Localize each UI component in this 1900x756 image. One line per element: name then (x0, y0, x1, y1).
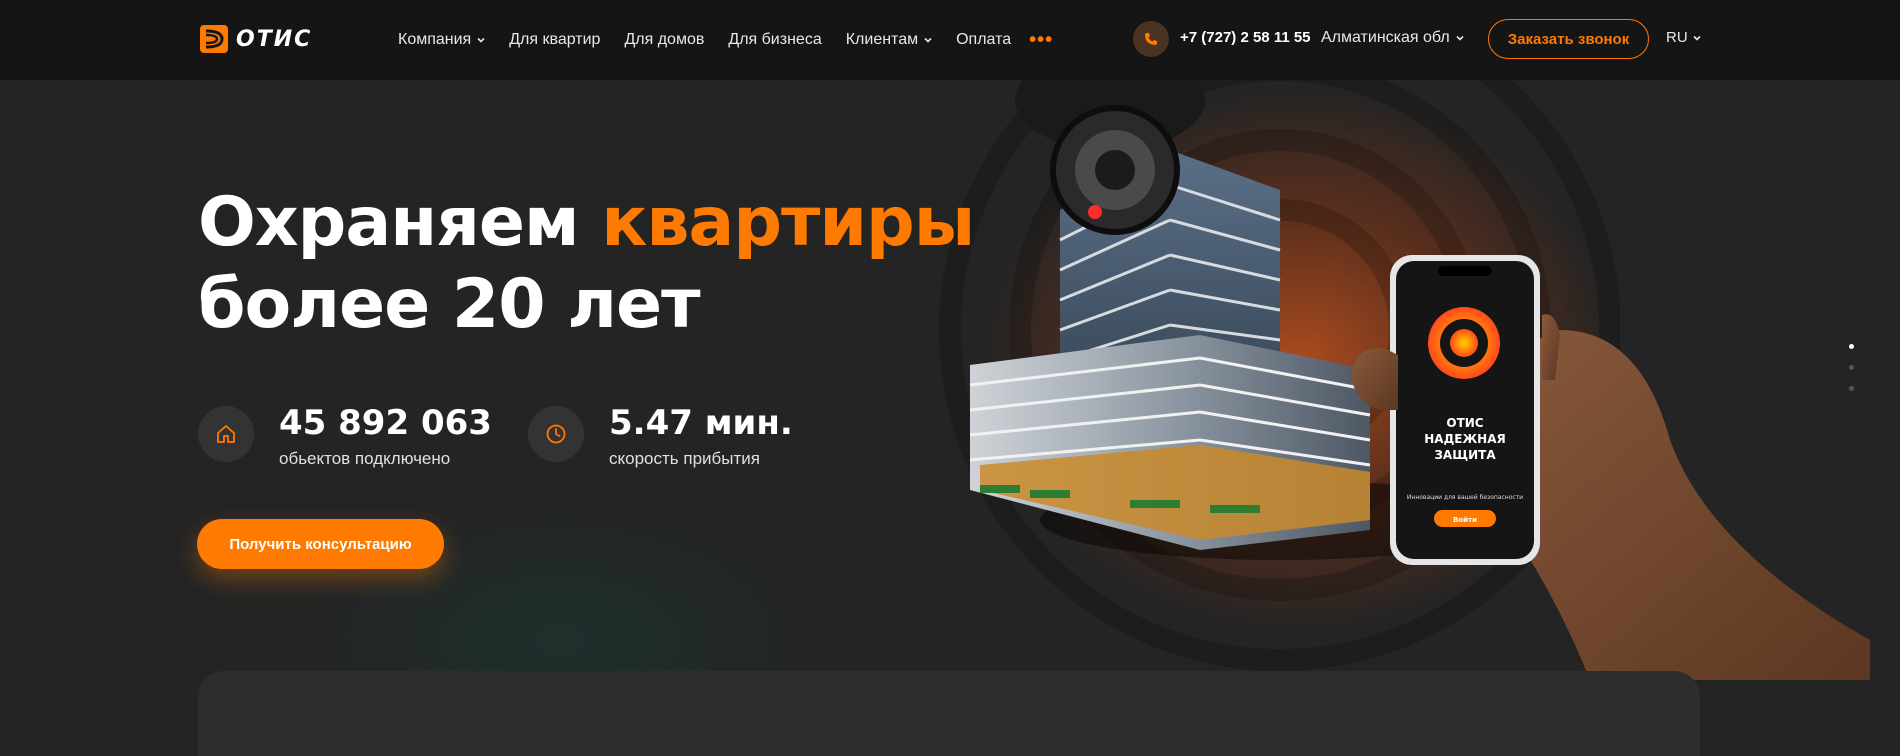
region-selector[interactable]: Алматинская обл (1321, 29, 1464, 47)
nav-item-houses[interactable]: Для домов (624, 31, 704, 49)
home-icon (198, 406, 254, 462)
chevron-down-icon (1693, 35, 1701, 41)
logo-text: ОТИС (236, 26, 313, 52)
site-header: ОТИС Компания Для квартир Для домов Для … (0, 0, 1900, 80)
phone-subtitle: Инновации для вашей безопасности (1407, 494, 1523, 501)
nav-item-clients[interactable]: Клиентам (846, 31, 932, 49)
nav-item-label: Для домов (624, 31, 705, 48)
phone-login-button: Войти (1453, 516, 1477, 524)
site-logo[interactable]: ОТИС (200, 24, 312, 54)
phone-number-link[interactable]: +7 (727) 2 58 11 55 (1180, 29, 1311, 46)
slider-pagination (1849, 344, 1854, 391)
hero-title-accent: квартиры (601, 183, 975, 262)
slider-dot-2[interactable] (1849, 365, 1854, 370)
nav-item-label: Компания (398, 31, 472, 48)
slider-dot-3[interactable] (1849, 386, 1854, 391)
stat-value: 5.47 мин. (609, 403, 793, 443)
hero-title-line2: более 20 лет (198, 265, 701, 344)
hero-title: Охраняем квартиры более 20 лет (198, 182, 975, 346)
phone-call-button[interactable] (1133, 21, 1169, 57)
language-label: RU (1666, 29, 1688, 46)
order-callback-button[interactable]: Заказать звонок (1488, 19, 1649, 59)
stat-value: 45 892 063 (279, 403, 492, 443)
region-label: Алматинская обл (1321, 29, 1450, 46)
slider-dot-1[interactable] (1849, 344, 1854, 349)
chevron-down-icon (924, 37, 932, 43)
nav-item-payment[interactable]: Оплата (956, 31, 1011, 49)
phone-title-line1: ОТИС (1446, 416, 1483, 430)
nav-item-label: Клиентам (845, 31, 919, 48)
stat-arrival: 5.47 мин. скорость прибытия (528, 403, 793, 469)
nav-item-business[interactable]: Для бизнеса (728, 31, 821, 49)
chevron-down-icon (477, 37, 485, 43)
chevron-down-icon (1456, 35, 1464, 41)
stat-label: обьектов подключено (279, 449, 451, 468)
hero-illustration: ОТИС НАДЕЖНАЯ ЗАЩИТА Инновации для вашей… (969, 80, 1870, 680)
stat-label: скорость прибытия (609, 449, 760, 468)
phone-icon (1145, 33, 1157, 45)
stat-objects: 45 892 063 обьектов подключено (198, 403, 492, 469)
get-consultation-button[interactable]: Получить консультацию (197, 519, 444, 569)
nav-item-label: Для квартир (509, 31, 601, 48)
bottom-panel (198, 671, 1700, 756)
phone-title-line3: ЗАЩИТА (1434, 448, 1496, 462)
nav-item-company[interactable]: Компания (398, 31, 485, 49)
main-nav: Компания Для квартир Для домов Для бизне… (398, 0, 1053, 80)
nav-item-apartments[interactable]: Для квартир (509, 31, 600, 49)
nav-item-label: Для бизнеса (728, 31, 822, 48)
phone-title-line2: НАДЕЖНАЯ (1424, 432, 1505, 446)
logo-icon (200, 25, 228, 53)
language-selector[interactable]: RU (1666, 29, 1701, 46)
clock-icon (528, 406, 584, 462)
more-menu-icon[interactable]: ••• (1029, 29, 1053, 52)
nav-item-label: Оплата (956, 31, 1012, 48)
hero-title-part1: Охраняем (198, 183, 602, 262)
